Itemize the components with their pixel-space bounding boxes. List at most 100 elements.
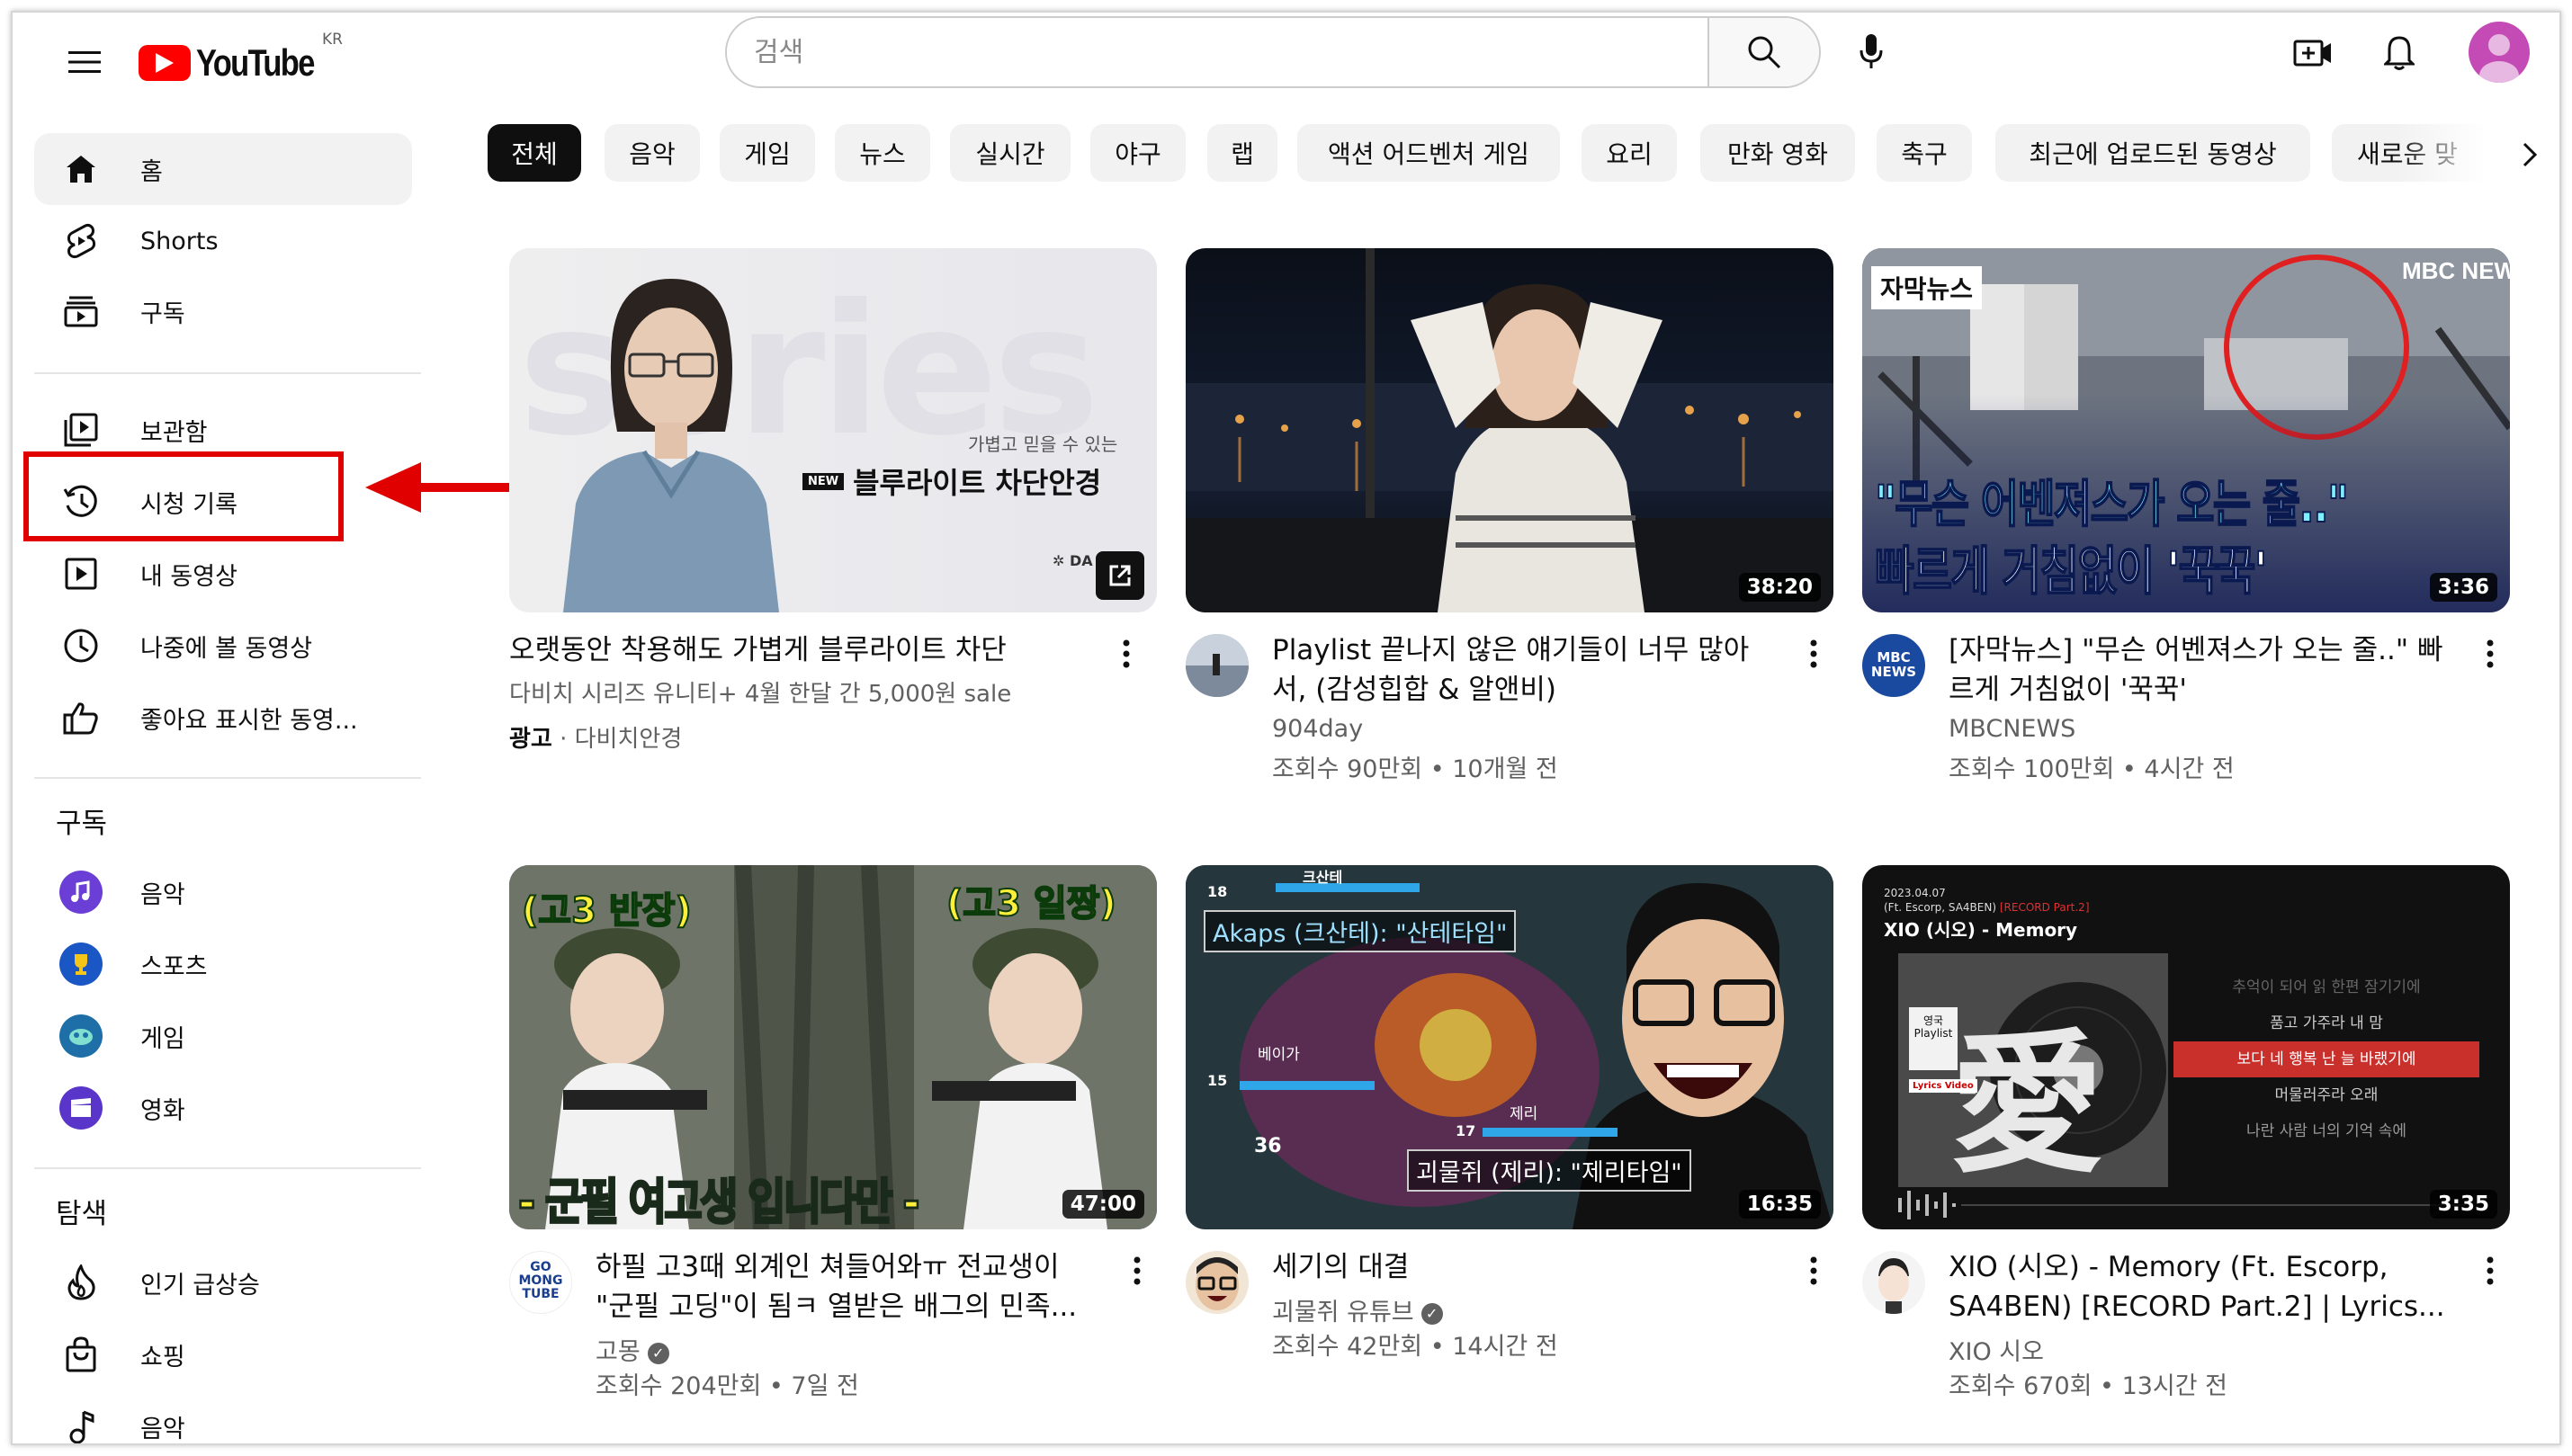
channel-name[interactable]: 904day <box>1272 715 1363 743</box>
sidebar-item-label: 쇼핑 <box>140 1343 185 1371</box>
chip[interactable]: 야구 <box>1090 124 1186 182</box>
chips-next-button[interactable] <box>2503 128 2557 182</box>
video-title[interactable]: Playlist 끝나지 않은 얘기들이 너무 많아서, (감성힙합 & 알앤비… <box>1272 630 1776 710</box>
chip[interactable]: 축구 <box>1877 124 1972 182</box>
sidebar-item-label: 인기 급상승 <box>140 1271 260 1300</box>
video-duration: 47:00 <box>1062 1190 1144 1219</box>
thumb-headline-1: "무슨 어벤져스가 오는 줄.." <box>1874 475 2350 535</box>
video-thumbnail[interactable]: 18 크산테 Akaps (크산테): "산테타임" 베이가 15 제리 17 … <box>1186 865 1833 1229</box>
video-title[interactable]: 오랫동안 착용해도 가볍게 블루라이트 차단 <box>509 630 1085 670</box>
news-tag: 자막뉴스 <box>1871 266 1983 309</box>
chip[interactable]: 만화 영화 <box>1700 124 1855 182</box>
more-options-button[interactable] <box>1121 1253 1153 1289</box>
chip[interactable]: 전체 <box>488 124 581 182</box>
create-video-button[interactable] <box>2287 27 2339 79</box>
external-link-button[interactable] <box>1096 551 1144 600</box>
video-title[interactable]: [자막뉴스] "무슨 어벤져스가 오는 줄.." 빠르게 거침없이 '꾹꾹' (… <box>1949 630 2452 710</box>
sidebar-item-subscriptions[interactable]: 구독 <box>34 275 412 347</box>
sidebar-item-liked-videos[interactable]: 좋아요 표시한 동영... <box>34 682 412 754</box>
more-options-button[interactable] <box>1797 636 1830 672</box>
video-thumbnail[interactable]: series 가볍고 믿을 수 있는 NEW 블루라이트 차단안경 ✲ DA <box>509 248 1157 612</box>
sidebar-item-shorts[interactable]: Shorts <box>34 205 412 277</box>
channel-avatar-image <box>1878 1258 1909 1314</box>
chip[interactable]: 음악 <box>605 124 700 182</box>
sidebar-item-channel-movies[interactable]: 영화 <box>34 1072 412 1144</box>
video-card[interactable]: 38:20 Playlist 끝나지 않은 얘기들이 너무 많아서, (감성힙합… <box>1186 248 1833 792</box>
sidebar-divider <box>34 372 421 374</box>
voice-search-button[interactable] <box>1844 25 1898 79</box>
video-card-ad[interactable]: series 가볍고 믿을 수 있는 NEW 블루라이트 차단안경 ✲ DA 오… <box>509 248 1157 792</box>
logo-text: YouTube <box>196 41 315 84</box>
video-thumbnail[interactable]: 2023.04.07 (Ft. Escorp, SA4BEN) [RECORD … <box>1862 865 2510 1229</box>
sidebar-item-my-videos[interactable]: 내 동영상 <box>34 538 412 610</box>
sidebar-item-label: 나중에 볼 동영상 <box>140 634 313 663</box>
video-card[interactable]: 18 크산테 Akaps (크산테): "산테타임" 베이가 15 제리 17 … <box>1186 865 1833 1409</box>
more-options-button[interactable] <box>2474 1253 2506 1289</box>
sidebar-divider <box>34 1167 421 1169</box>
account-avatar[interactable] <box>2469 22 2530 83</box>
video-card[interactable]: (고3 반장) (고3 일짱) - 군필 여고생 입니다만 - 47:00 GO… <box>509 865 1157 1409</box>
sidebar-item-channel-sports[interactable]: 스포츠 <box>34 928 412 1000</box>
lyric-line-active: 보다 네 행복 난 늘 바랬기에 <box>2173 1041 2479 1077</box>
history-highlight-box <box>23 451 344 541</box>
sticker-text-1: 영국 <box>1922 1014 1944 1027</box>
sidebar-item-shopping[interactable]: 쇼핑 <box>34 1318 412 1390</box>
chip[interactable]: 요리 <box>1582 124 1677 182</box>
channel-avatar-image <box>1186 634 1249 697</box>
sidebar-item-channel-gaming[interactable]: 게임 <box>34 1000 412 1072</box>
video-thumbnail[interactable]: (고3 반장) (고3 일짱) - 군필 여고생 입니다만 - 47:00 <box>509 865 1157 1229</box>
search-input[interactable] <box>727 18 1707 86</box>
gaming-channel-icon <box>59 1014 103 1058</box>
new-badge: NEW <box>802 472 845 490</box>
release-date: 2023.04.07 <box>1884 887 1946 899</box>
menu-icon[interactable] <box>58 35 112 89</box>
youtube-logo[interactable]: YouTube KR <box>139 31 343 85</box>
video-title[interactable]: XIO (시오) - Memory (Ft. Escorp, SA4BEN) [… <box>1949 1247 2452 1326</box>
video-stats: 조회수 670회 • 13시간 전 <box>1949 1372 2228 1400</box>
channel-name[interactable]: 고몽 <box>596 1338 641 1366</box>
chip[interactable]: 실시간 <box>950 124 1071 182</box>
channel-avatar[interactable]: GO MONG TUBE <box>509 1251 572 1314</box>
sidebar: 홈 Shorts 구독 보관함 시청 기록 내 동영상 나중에 볼 동영상 좋아… <box>13 112 426 1443</box>
champion-name-2: 베이가 <box>1258 1046 1300 1064</box>
more-options-button[interactable] <box>1797 1253 1830 1289</box>
channel-avatar[interactable] <box>1186 634 1249 697</box>
channel-avatar[interactable]: MBC NEWS <box>1862 634 1925 697</box>
chip[interactable]: 최근에 업로드된 동영상 <box>1995 124 2310 182</box>
sidebar-item-channel-music[interactable]: 음악 <box>34 856 412 928</box>
channel-name[interactable]: 괴물쥐 유튜브 <box>1272 1299 1414 1326</box>
channel-name[interactable]: MBCNEWS <box>1949 715 2075 743</box>
video-title[interactable]: 하필 고3때 외계인 쳐들어와ㅠ 전교생이 "군필 고딩"이 됨ㅋ 열받은 배그… <box>596 1247 1099 1326</box>
search-button[interactable] <box>1707 18 1819 86</box>
region-code: KR <box>322 31 343 49</box>
sidebar-item-label: 게임 <box>140 1024 185 1053</box>
sidebar-item-label: 음악 <box>140 1415 185 1443</box>
more-options-button[interactable] <box>2474 636 2506 672</box>
channel-avatar[interactable] <box>1186 1251 1249 1314</box>
video-card[interactable]: 2023.04.07 (Ft. Escorp, SA4BEN) [RECORD … <box>1862 865 2510 1409</box>
sidebar-item-watch-later[interactable]: 나중에 볼 동영상 <box>34 610 412 682</box>
video-thumbnail[interactable]: 자막뉴스 MBC NEWS "무슨 어벤져스가 오는 줄.." 빠르게 거침없이… <box>1862 248 2510 612</box>
chip[interactable]: 액션 어드벤처 게임 <box>1297 124 1560 182</box>
ad-description: 다비치 시리즈 유니티+ 4월 한달 간 5,000원 sale <box>509 681 1012 708</box>
chip[interactable]: 랩 <box>1207 124 1277 182</box>
more-options-button[interactable] <box>1110 636 1143 672</box>
video-card[interactable]: 자막뉴스 MBC NEWS "무슨 어벤져스가 오는 줄.." 빠르게 거침없이… <box>1862 248 2510 792</box>
create-video-icon <box>2293 40 2331 67</box>
sticker-text-2: Playlist <box>1913 1027 1953 1040</box>
external-link-icon <box>1109 565 1131 586</box>
sidebar-item-trending[interactable]: 인기 급상승 <box>34 1246 412 1318</box>
sidebar-item-music[interactable]: 음악 <box>34 1390 412 1443</box>
notifications-button[interactable] <box>2373 27 2425 79</box>
video-title[interactable]: 세기의 대결 <box>1272 1247 1776 1287</box>
channel-name[interactable]: XIO 시오 <box>1949 1332 2044 1367</box>
music-channel-icon <box>59 871 103 914</box>
channel-avatar[interactable] <box>1862 1251 1925 1314</box>
sidebar-item-home[interactable]: 홈 <box>34 133 412 205</box>
video-thumbnail[interactable]: 38:20 <box>1186 248 1833 612</box>
home-icon <box>59 147 103 191</box>
brand-text: DA <box>1069 552 1093 569</box>
chip[interactable]: 뉴스 <box>835 124 930 182</box>
chip[interactable]: 게임 <box>720 124 815 182</box>
advertiser-name[interactable]: 다비치안경 <box>575 726 683 753</box>
